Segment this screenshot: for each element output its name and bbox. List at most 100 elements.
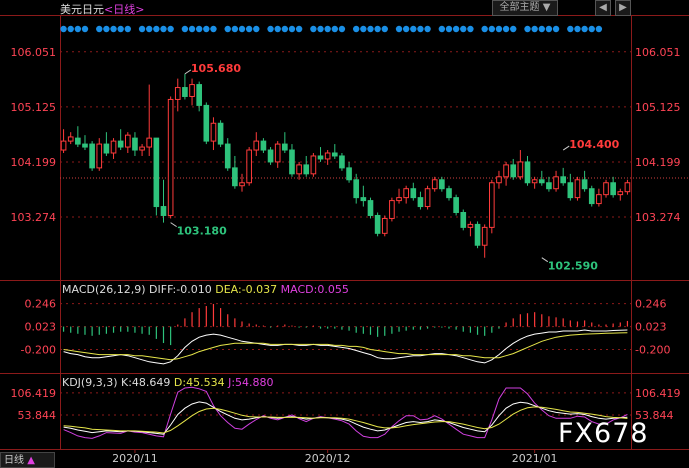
- candle-body: [189, 84, 195, 97]
- event-dot: [381, 25, 388, 33]
- extreme-price-label: 105.680: [191, 62, 241, 75]
- event-dot: [502, 25, 510, 33]
- candle-body: [424, 188, 431, 208]
- candle-body: [110, 140, 117, 154]
- event-dot: [81, 25, 89, 33]
- macd-tick-left: 0.246: [25, 298, 57, 311]
- kdj-tick-left: 53.844: [18, 409, 57, 422]
- event-dot: [224, 25, 231, 33]
- event-dot: [210, 25, 217, 33]
- candle-body: [567, 182, 574, 199]
- candle-body: [446, 188, 452, 199]
- kdj-tick-right: 106.419: [635, 387, 681, 400]
- candle-body: [210, 122, 217, 142]
- event-dot: [538, 25, 545, 33]
- candle-body: [574, 179, 581, 199]
- candle-body: [396, 197, 402, 202]
- candle-body: [610, 182, 616, 196]
- candle-body: [324, 152, 331, 160]
- candle-body: [353, 179, 360, 199]
- candle-body: [503, 164, 509, 178]
- event-dot: [452, 25, 460, 33]
- extreme-price-label: 104.400: [569, 138, 619, 151]
- macd-tick-right: -0.200: [635, 344, 670, 357]
- candle-body: [296, 164, 302, 175]
- candle-body: [538, 179, 545, 184]
- candle-body: [103, 143, 110, 154]
- event-dot: [310, 25, 317, 33]
- macd-legend: MACD(26,12,9) DIFF:-0.010 DEA:-0.037 MAC…: [62, 283, 349, 296]
- candle-body: [174, 87, 181, 100]
- price-tick-left: 103.274: [11, 211, 57, 224]
- next-button[interactable]: ▶: [615, 0, 631, 16]
- candle-body: [160, 206, 167, 216]
- candle-body: [403, 188, 409, 199]
- candle-body: [531, 179, 538, 184]
- event-dot: [60, 25, 67, 33]
- event-dot: [181, 25, 189, 33]
- event-dot: [331, 25, 338, 33]
- candle-body: [431, 179, 438, 190]
- candle-body: [203, 104, 210, 142]
- chevron-up-icon: ▲: [27, 455, 35, 466]
- date-tick-label: 2020/11: [112, 452, 158, 465]
- candle-body: [460, 212, 467, 228]
- candle-body: [367, 200, 374, 216]
- period-label[interactable]: <日线>: [104, 3, 144, 16]
- candle-body: [439, 179, 445, 190]
- date-tick-label: 2021/01: [512, 452, 558, 465]
- price-tick-left: 104.199: [11, 156, 57, 169]
- period-status-button[interactable]: 日线 ▲: [0, 452, 55, 468]
- candle-body: [224, 143, 231, 169]
- event-dot: [467, 25, 474, 33]
- macd-dea: DEA:-0.037: [215, 283, 278, 296]
- right-axis-line: [631, 15, 632, 449]
- macd-dea-line: [63, 332, 628, 361]
- event-dot: [353, 25, 360, 33]
- panel-divider-2: [0, 373, 689, 374]
- event-dot: [110, 25, 117, 33]
- candle-body: [453, 197, 459, 213]
- candle-body: [553, 176, 559, 190]
- event-dot: [410, 25, 417, 33]
- event-dot: [138, 25, 146, 33]
- arrow-left-icon: ◀: [599, 2, 607, 13]
- candle-body: [82, 143, 88, 148]
- event-dot: [588, 25, 595, 33]
- date-tick-label: 2020/12: [305, 452, 351, 465]
- event-dot: [338, 25, 346, 33]
- price-tick-right: 104.199: [635, 156, 681, 169]
- event-dot: [595, 25, 603, 33]
- event-dot: [253, 25, 260, 33]
- candle-body: [246, 149, 252, 184]
- candle-body: [89, 143, 95, 169]
- prev-button[interactable]: ◀: [595, 0, 611, 16]
- event-dot: [167, 25, 174, 33]
- event-dot: [438, 25, 446, 33]
- event-dot: [545, 25, 553, 33]
- event-dot: [103, 25, 110, 33]
- event-dot: [160, 25, 167, 33]
- event-dot: [267, 25, 274, 33]
- event-dot: [510, 25, 517, 33]
- candle-body: [317, 155, 324, 160]
- event-dot: [367, 25, 374, 33]
- candle-body: [117, 140, 124, 148]
- chart-canvas: 106.051 106.051 105.125 105.125 104.199 104.1…: [0, 15, 689, 465]
- event-dot: [288, 25, 296, 33]
- macd-diff: DIFF:-0.010: [149, 283, 212, 296]
- candle-body: [310, 155, 317, 175]
- event-dot: [74, 25, 82, 33]
- event-dot: [360, 25, 367, 33]
- candle-body: [331, 152, 338, 157]
- candle-body: [581, 179, 588, 190]
- candle-body: [560, 176, 567, 184]
- kdj-k-line: [63, 401, 628, 435]
- theme-selector-button[interactable]: 全部主题 ▼: [492, 0, 558, 16]
- kdj-j: J:54.880: [228, 376, 274, 389]
- macd-value: MACD:0.055: [280, 283, 349, 296]
- event-dot: [96, 25, 103, 33]
- price-tick-right: 106.051: [635, 46, 681, 59]
- event-dot: [324, 25, 331, 33]
- candle-body: [139, 146, 145, 151]
